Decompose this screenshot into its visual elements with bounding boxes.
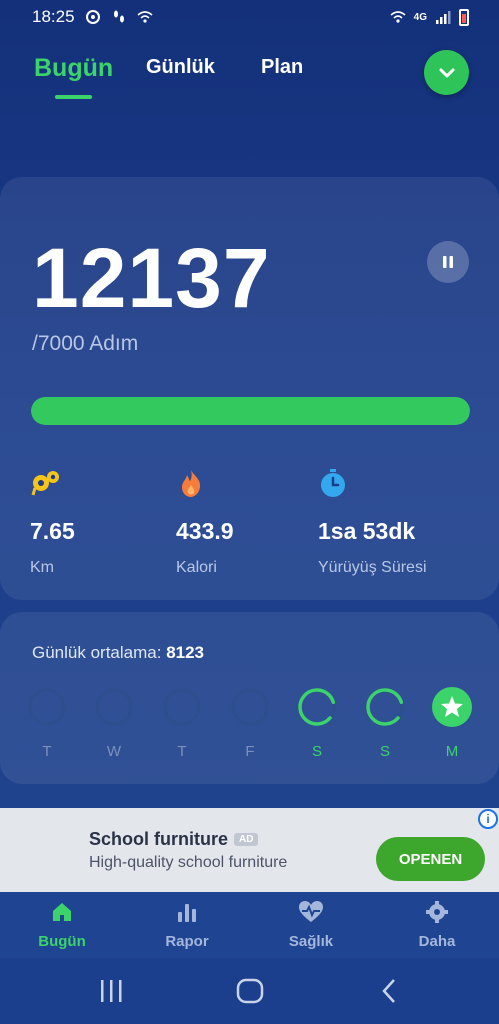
sync-icon	[85, 10, 100, 24]
top-tabs: Bugün Günlük Plan	[0, 50, 499, 110]
star-icon	[432, 687, 472, 727]
stat-label: Km	[30, 559, 54, 576]
tab-plan[interactable]: Plan	[261, 56, 303, 79]
heartbeat-icon	[299, 901, 323, 922]
daily-average: Günlük ortalama: 8123	[32, 643, 204, 663]
ad-open-button[interactable]: OPENEN	[376, 837, 485, 881]
stat-label: Kalori	[176, 559, 217, 576]
tab-today[interactable]: Bugün	[34, 54, 113, 83]
bar-chart-icon	[178, 904, 196, 922]
stat-value: 1sa 53dk	[318, 518, 416, 544]
wifi-icon	[390, 11, 406, 23]
tab-daily[interactable]: Günlük	[146, 56, 215, 79]
day-indicator: F	[229, 687, 271, 760]
step-progress-fill	[31, 397, 470, 425]
network-type: 4G	[413, 11, 427, 23]
stopwatch-icon	[321, 469, 345, 497]
footsteps-icon	[113, 10, 124, 23]
daily-average-label: Günlük ortalama:	[32, 643, 162, 662]
step-goal: /7000 Adım	[32, 332, 139, 355]
footprint-location-icon	[31, 471, 59, 496]
day-indicator: S	[296, 687, 338, 760]
day-progress-ring	[28, 688, 66, 726]
day-progress-ring	[95, 688, 133, 726]
day-progress-ring	[298, 688, 336, 726]
status-bar: 18:25 4G	[0, 0, 499, 34]
signal-icon	[436, 11, 451, 24]
battery-icon	[459, 8, 469, 26]
gear-icon	[426, 901, 448, 923]
day-indicator: S	[364, 687, 406, 760]
stat-value: 7.65	[30, 518, 75, 544]
home-icon	[53, 903, 71, 921]
stat-walk-time: 1sa 53dk Yürüyüş Süresi	[318, 468, 427, 577]
day-progress-ring	[366, 688, 404, 726]
status-time: 18:25	[32, 7, 75, 26]
nav-label: Bugün	[38, 933, 86, 950]
nav-item-health[interactable]: Sağlık	[266, 900, 356, 950]
ad-info-icon[interactable]: i	[478, 809, 498, 829]
flame-icon	[182, 470, 201, 497]
nav-label: Sağlık	[288, 933, 334, 950]
day-label: T	[177, 743, 187, 760]
stat-distance: 7.65 Km	[30, 468, 75, 577]
day-label: F	[245, 743, 255, 760]
nav-item-more[interactable]: Daha	[392, 900, 482, 950]
pause-button[interactable]	[427, 241, 469, 283]
ad-title: School furniture	[89, 829, 228, 849]
day-label: W	[106, 743, 122, 760]
stat-value: 433.9	[176, 518, 234, 544]
dropdown-button[interactable]	[424, 50, 469, 95]
stat-label: Yürüyüş Süresi	[318, 559, 427, 576]
ad-banner[interactable]: School furniture AD High-quality school …	[0, 808, 499, 892]
daily-average-value: 8123	[166, 643, 205, 662]
wifi-call-icon	[137, 11, 153, 23]
stat-calories: 433.9 Kalori	[176, 468, 234, 577]
home-button-icon[interactable]	[236, 978, 264, 1004]
day-label: T	[42, 743, 52, 760]
step-progress-bar	[31, 397, 470, 425]
day-label: M	[445, 743, 459, 760]
bottom-navigation: Bugün Rapor Sağlık Daha	[0, 892, 499, 958]
day-progress-ring	[163, 688, 201, 726]
ad-badge: AD	[234, 833, 259, 846]
chevron-down-icon	[439, 68, 454, 77]
pause-icon	[443, 256, 453, 268]
day-indicator: T	[161, 687, 203, 760]
day-label: S	[311, 743, 322, 760]
nav-item-today[interactable]: Bugün	[17, 900, 107, 950]
day-indicator: M	[431, 687, 473, 760]
ad-subtitle: High-quality school furniture	[89, 854, 288, 871]
nav-item-report[interactable]: Rapor	[142, 900, 232, 950]
nav-label: Rapor	[165, 933, 209, 950]
day-indicator: T	[26, 687, 68, 760]
day-indicator: W	[93, 687, 135, 760]
back-icon[interactable]	[380, 978, 398, 1004]
step-count: 12137	[32, 231, 271, 325]
recent-apps-icon[interactable]	[99, 978, 123, 1004]
day-label: S	[379, 743, 390, 760]
ad-title-row: School furniture AD	[89, 829, 259, 850]
nav-label: Daha	[418, 933, 456, 950]
active-tab-indicator	[55, 95, 92, 99]
day-progress-ring	[231, 688, 269, 726]
system-navigation-bar	[0, 958, 499, 1024]
